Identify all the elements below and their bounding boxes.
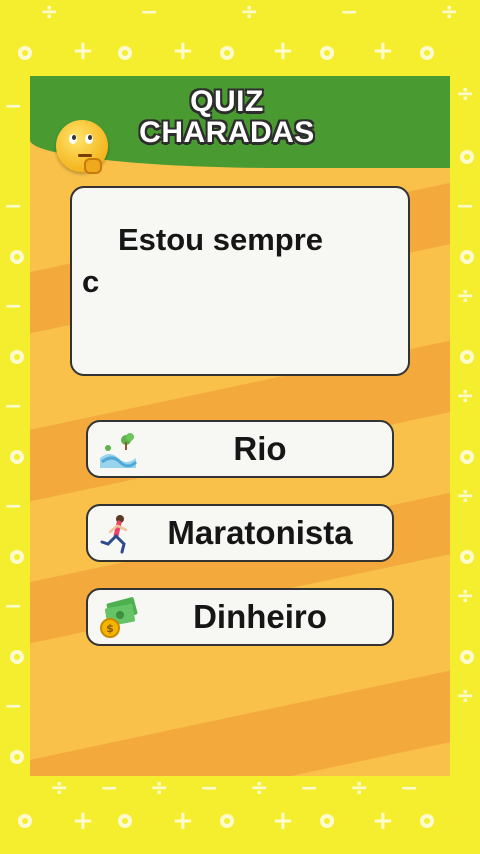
answer-option-rio[interactable]: Rio xyxy=(86,420,394,478)
question-card: Estou sempre c xyxy=(70,186,410,376)
title-line-1: QUIZ xyxy=(190,85,264,118)
answer-label: Maratonista xyxy=(167,514,353,551)
svg-text:$: $ xyxy=(106,622,114,635)
quiz-title: QUIZ CHARADAS xyxy=(122,86,332,148)
answer-label: Dinheiro xyxy=(193,598,327,635)
question-text-line-1: Estou sempre xyxy=(118,222,324,257)
answer-option-maratonista[interactable]: Maratonista xyxy=(86,504,394,562)
answer-option-dinheiro[interactable]: $ Dinheiro xyxy=(86,588,394,646)
quiz-panel: QUIZ CHARADAS Estou sempre c Rio Maraton… xyxy=(30,76,450,776)
answer-label: Rio xyxy=(233,430,287,467)
question-text-line-2: c xyxy=(82,264,100,299)
decor-stripe xyxy=(30,656,450,776)
thinking-face-icon xyxy=(56,120,108,174)
title-line-2: CHARADAS xyxy=(139,116,315,149)
